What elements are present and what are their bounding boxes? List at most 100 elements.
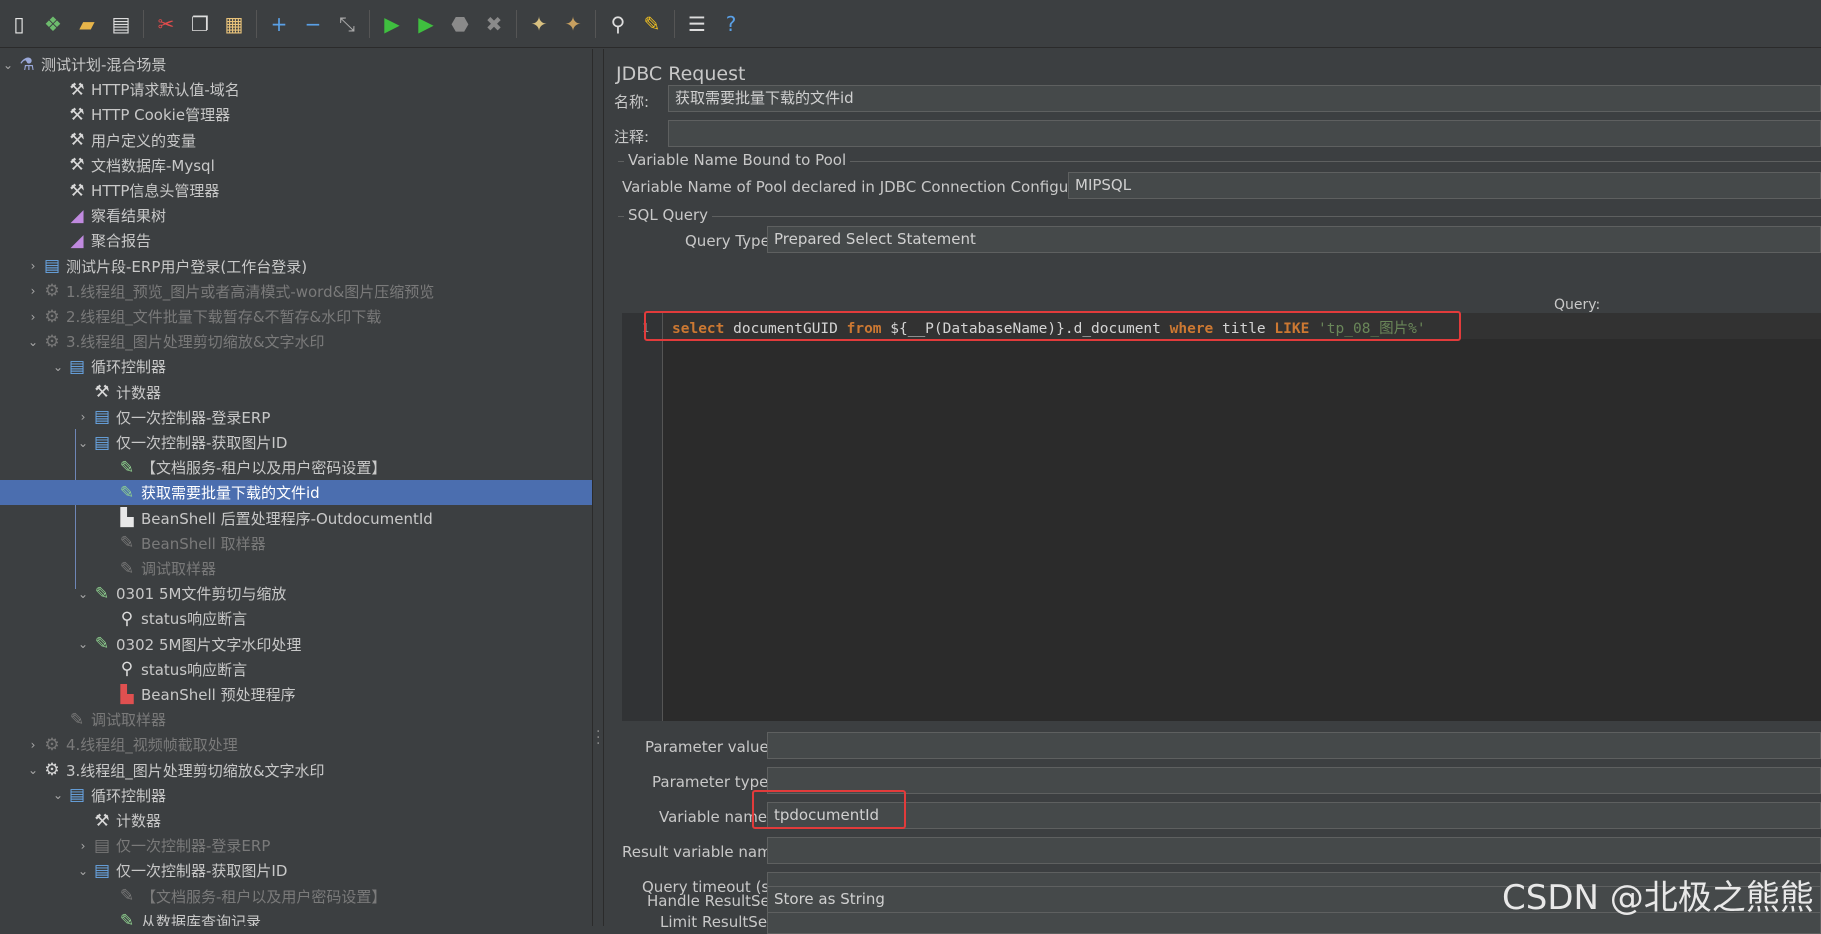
cut-icon[interactable]: ✂ — [151, 9, 181, 39]
remote-start-icon[interactable]: ✦ — [524, 9, 554, 39]
expand-arrow-icon[interactable]: › — [25, 310, 41, 324]
toggle-icon[interactable]: ⤡ — [332, 9, 362, 39]
tree-node-label: 获取需要批量下载的文件id — [141, 484, 320, 503]
remote-stop-icon[interactable]: ✦ — [558, 9, 588, 39]
shutdown-icon[interactable]: ✖ — [479, 9, 509, 39]
expand-arrow-icon[interactable]: › — [25, 259, 41, 273]
tree-node[interactable]: ⚲ status响应断言 — [0, 606, 592, 631]
tree-node[interactable]: ⌄ ▤ 仅一次控制器-获取图片ID — [0, 858, 592, 883]
tree-node[interactable]: › ▤ 仅一次控制器-登录ERP — [0, 833, 592, 858]
new-icon[interactable]: ▯ — [4, 9, 34, 39]
stop-icon[interactable]: ⬣ — [445, 9, 475, 39]
tree-node-label: 测试计划-混合场景 — [41, 56, 167, 74]
paste-icon[interactable]: ▦ — [219, 9, 249, 39]
collapse-arrow-icon[interactable]: ⌄ — [0, 58, 16, 72]
tree-node-label: 循环控制器 — [91, 786, 167, 805]
panel-title: JDBC Request — [616, 63, 746, 85]
tree-node[interactable]: ✎ 获取需要批量下载的文件id — [0, 480, 592, 506]
tree-node[interactable]: ◢ 聚合报告 — [0, 228, 592, 253]
tree-node[interactable]: › ⚙ 2.线程组_文件批量下载暂存&不暂存&水印下载 — [0, 304, 592, 329]
variable-names-highlight-box — [752, 790, 906, 829]
tree-node[interactable]: ⌄ ✎ 0302 5M图片文字水印处理 — [0, 632, 592, 657]
tree-node[interactable]: › ▤ 仅一次控制器-登录ERP — [0, 405, 592, 430]
clear-icon[interactable]: ✎ — [637, 9, 667, 39]
controller-icon: ▤ — [68, 785, 86, 806]
tree-node[interactable]: ✎ 调试取样器 — [0, 556, 592, 581]
tree-node[interactable]: ✎ 【文档服务-租户以及用户密码设置】 — [0, 884, 592, 909]
variable-names-field[interactable]: tpdocumentId — [767, 802, 1821, 829]
tree-node[interactable]: ▙ BeanShell 预处理程序 — [0, 682, 592, 707]
tree-node[interactable]: › ▤ 测试片段-ERP用户登录(工作台登录) — [0, 254, 592, 279]
collapse-arrow-icon[interactable]: ⌄ — [50, 360, 66, 374]
pool-section-title: Variable Name Bound to Pool — [624, 151, 851, 169]
open-icon[interactable]: ▰ — [72, 9, 102, 39]
tree-node[interactable]: ⌄ ✎ 0301 5M文件剪切与缩放 — [0, 581, 592, 606]
tree-node[interactable]: ✎ 调试取样器 — [0, 707, 592, 732]
pane-splitter[interactable]: · · · — [592, 49, 604, 926]
query-type-select[interactable]: Prepared Select Statement — [767, 226, 1821, 253]
main-toolbar: ▯ ❖ ▰ ▤ ✂ ❐ ▦ + − ⤡ ▶ ▶ ⬣ ✖ ✦ ✦ ⚲ ✎ ☰? — [0, 0, 1821, 48]
tree-node[interactable]: ⚒ 用户定义的变量 — [0, 128, 592, 153]
limit-resultset-label: Limit ResultSet: — [660, 913, 778, 931]
start-icon[interactable]: ▶ — [377, 9, 407, 39]
save-icon[interactable]: ▤ — [106, 9, 136, 39]
collapse-arrow-icon[interactable]: ⌄ — [75, 864, 91, 878]
collapse-icon[interactable]: − — [298, 9, 328, 39]
handle-resultset-label: Handle ResultSet: — [647, 892, 781, 910]
tree-node[interactable]: ⌄ ⚗ 测试计划-混合场景 — [0, 52, 592, 77]
templates-icon[interactable]: ❖ — [38, 9, 68, 39]
tree-node-label: 察看结果树 — [91, 207, 167, 226]
query-label: Query: — [1554, 297, 1601, 313]
expand-icon[interactable]: + — [264, 9, 294, 39]
tree-node[interactable]: › ⚙ 4.线程组_视频帧截取处理 — [0, 732, 592, 757]
comment-field[interactable] — [668, 120, 1821, 147]
collapse-arrow-icon[interactable]: ⌄ — [75, 637, 91, 651]
expand-arrow-icon[interactable]: › — [25, 738, 41, 752]
parameter-types-field[interactable] — [767, 767, 1821, 794]
toolbar-separator — [256, 9, 257, 38]
tree-node[interactable]: › ⚙ 1.线程组_预览_图片或者高清模式-word&图片压缩预览 — [0, 279, 592, 304]
collapse-arrow-icon[interactable]: ⌄ — [75, 436, 91, 450]
config-tools-icon: ⚒ — [69, 180, 85, 201]
copy-icon[interactable]: ❐ — [185, 9, 215, 39]
config-tools-icon: ⚒ — [69, 130, 85, 151]
tree-node[interactable]: ⌄ ▤ 仅一次控制器-获取图片ID — [0, 430, 592, 455]
search-icon[interactable]: ⚲ — [603, 9, 633, 39]
parameter-values-field[interactable] — [767, 732, 1821, 759]
tree-node-label: 【文档服务-租户以及用户密码设置】 — [141, 887, 387, 906]
tree-node[interactable]: ⚒ HTTP Cookie管理器 — [0, 102, 592, 127]
collapse-arrow-icon[interactable]: ⌄ — [75, 587, 91, 601]
tree-node[interactable]: ⚒ HTTP请求默认值-域名 — [0, 77, 592, 102]
tree-node[interactable]: ◢ 察看结果树 — [0, 203, 592, 228]
start-no-pauses-icon[interactable]: ▶ — [411, 9, 441, 39]
tree-node[interactable]: ⚲ status响应断言 — [0, 657, 592, 682]
function-helper-icon[interactable]: ☰ — [682, 9, 712, 39]
pool-name-field[interactable]: MIPSQL — [1068, 172, 1821, 199]
tree-node[interactable]: ⌄ ⚙ 3.线程组_图片处理剪切缩放&文字水印 — [0, 329, 592, 354]
tree-node[interactable]: ⌄ ▤ 循环控制器 — [0, 354, 592, 379]
tree-node[interactable]: ⚒ HTTP信息头管理器 — [0, 178, 592, 203]
help-icon[interactable]: ? — [716, 9, 746, 39]
tree-node[interactable]: ⚒ 计数器 — [0, 380, 592, 405]
name-field[interactable]: 获取需要批量下载的文件id — [668, 85, 1821, 112]
collapse-arrow-icon[interactable]: ⌄ — [50, 788, 66, 802]
tree-node[interactable]: ✎ 从数据库查询记录 — [0, 909, 592, 926]
tree-node[interactable]: ▙ BeanShell 后置处理程序-OutdocumentId — [0, 506, 592, 531]
tree-node[interactable]: ⚒ 计数器 — [0, 808, 592, 833]
result-variable-name-field[interactable] — [767, 837, 1821, 864]
tree-node[interactable]: ✎ BeanShell 取样器 — [0, 531, 592, 556]
sql-query-editor[interactable]: 1 select documentGUID from ${__P(Databas… — [622, 313, 1821, 721]
sampler-pipette-icon: ✎ — [119, 457, 135, 478]
tree-node[interactable]: ⚒ 文档数据库-Mysql — [0, 153, 592, 178]
tree-node-label: 测试片段-ERP用户登录(工作台登录) — [66, 257, 308, 276]
tree-node[interactable]: ⌄ ▤ 循环控制器 — [0, 783, 592, 808]
config-tools-icon: ⚒ — [69, 79, 85, 100]
tree-node-label: 【文档服务-租户以及用户密码设置】 — [141, 459, 387, 478]
collapse-arrow-icon[interactable]: ⌄ — [25, 763, 41, 777]
tree-node[interactable]: ✎ 【文档服务-租户以及用户密码设置】 — [0, 455, 592, 480]
collapse-arrow-icon[interactable]: ⌄ — [25, 335, 41, 349]
expand-arrow-icon[interactable]: › — [25, 284, 41, 298]
expand-arrow-icon[interactable]: › — [75, 410, 91, 424]
tree-node[interactable]: ⌄ ⚙ 3.线程组_图片处理剪切缩放&文字水印 — [0, 758, 592, 783]
expand-arrow-icon[interactable]: › — [75, 839, 91, 853]
